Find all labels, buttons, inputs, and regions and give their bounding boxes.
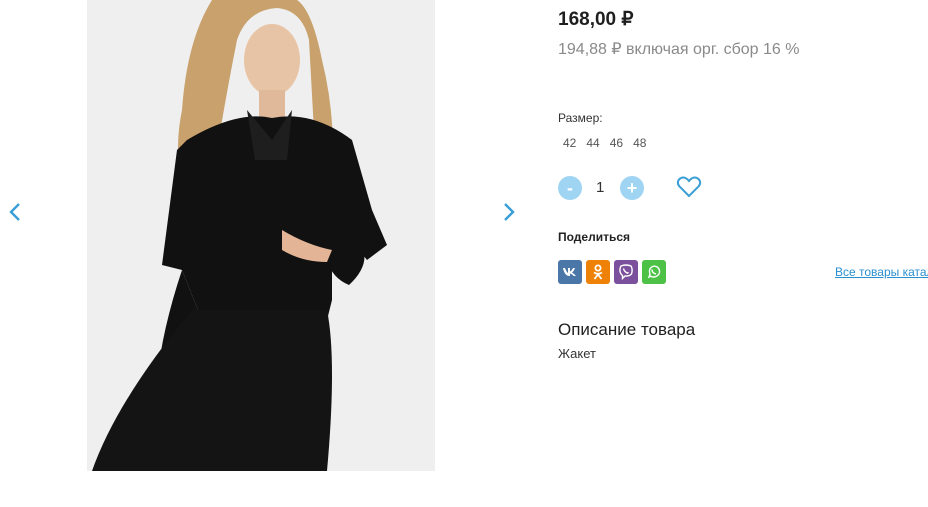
vk-share-button[interactable] (558, 260, 582, 284)
chevron-left-icon (9, 203, 20, 221)
viber-icon (619, 264, 633, 280)
quantity-increase-button[interactable]: + (620, 176, 644, 200)
size-option-44[interactable]: 44 (586, 136, 599, 150)
product-price: 168,00 ₽ (558, 9, 634, 30)
whatsapp-share-button[interactable] (642, 260, 666, 284)
viber-share-button[interactable] (614, 260, 638, 284)
gallery-next-button[interactable] (494, 197, 524, 227)
description-text: Жакет (558, 346, 596, 361)
heart-icon (676, 176, 702, 198)
size-option-48[interactable]: 48 (633, 136, 646, 150)
product-photo (87, 0, 435, 471)
gallery-prev-button[interactable] (0, 197, 30, 227)
whatsapp-icon (647, 265, 661, 279)
size-option-42[interactable]: 42 (563, 136, 576, 150)
size-label: Размер: (558, 111, 603, 125)
quantity-value[interactable]: 1 (596, 179, 604, 196)
share-label: Поделиться (558, 230, 631, 244)
chevron-right-icon (504, 203, 515, 221)
odnoklassniki-icon (593, 264, 603, 280)
ok-share-button[interactable] (586, 260, 610, 284)
description-title: Описание товара (558, 320, 696, 339)
favorite-button[interactable] (676, 175, 702, 199)
price-with-fee: 194,88 ₽ включая орг. сбор 16 % (558, 41, 800, 58)
quantity-decrease-button[interactable]: - (558, 176, 582, 200)
vk-icon (563, 268, 576, 276)
share-buttons (558, 260, 666, 284)
all-catalog-items-link[interactable]: Все товары каталога (835, 265, 928, 279)
size-option-46[interactable]: 46 (610, 136, 623, 150)
size-options: 42 44 46 48 (563, 136, 646, 150)
